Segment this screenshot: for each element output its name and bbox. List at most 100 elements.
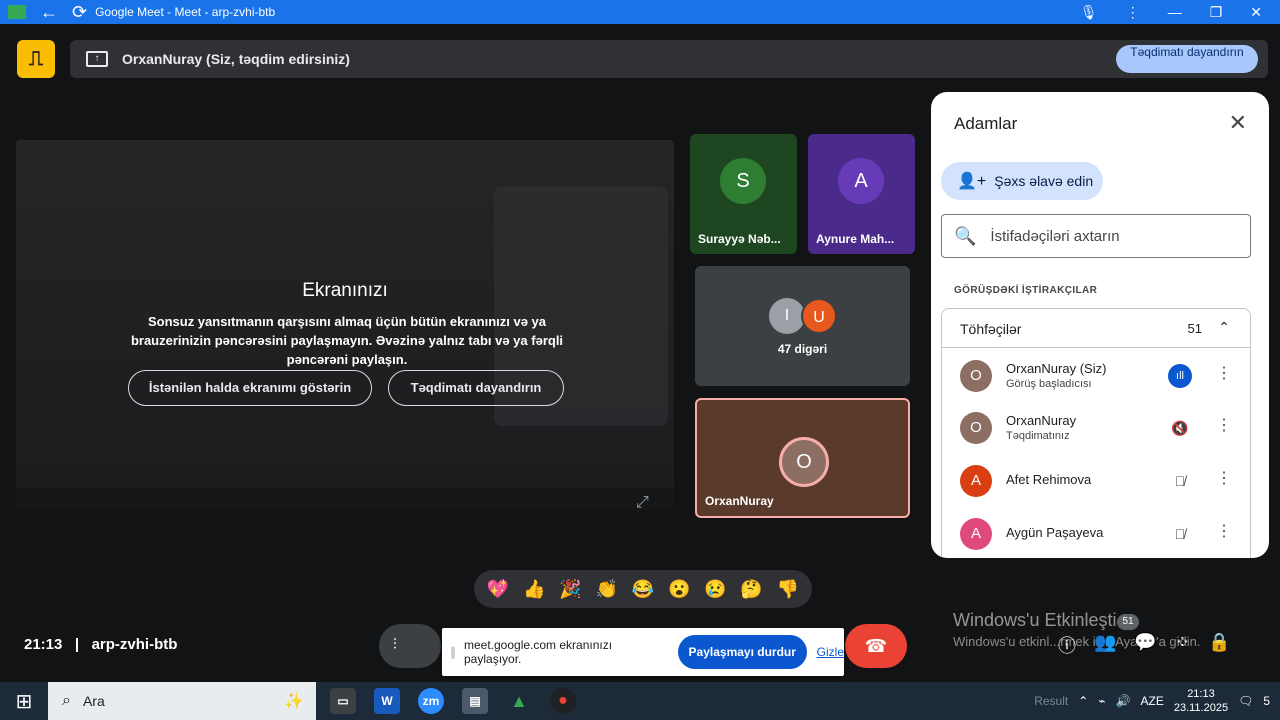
meeting-time: 21:13	[24, 636, 63, 653]
participant-tile[interactable]: A Aynure Mah...	[808, 134, 915, 254]
participant-name: Aynure Mah...	[816, 232, 895, 246]
expand-icon[interactable]: ⤢	[636, 494, 649, 510]
contributors-group: Töhfəçilər 51 ⌃ O OrxanNuray (Siz) Görüş…	[941, 308, 1251, 558]
list-item[interactable]: A Afet Rehimova 🎙̸ ⋮	[960, 460, 1250, 500]
back-icon[interactable]: ←	[40, 0, 58, 24]
meeting-code: arp-zvhi-btb	[91, 636, 178, 653]
participant-name: OrxanNuray	[705, 494, 774, 508]
reaction-party[interactable]: 🎉	[559, 579, 581, 600]
reaction-clap[interactable]: 👏	[596, 579, 618, 600]
preview-stop-presenting-button[interactable]: Təqdimatı dayandırın	[388, 370, 564, 406]
tray-volume-icon[interactable]: 🔊	[1116, 694, 1131, 708]
maximize-button[interactable]: ❐	[1210, 4, 1223, 21]
activities-icon[interactable]: ⁘	[1175, 632, 1190, 658]
divider	[942, 347, 1250, 348]
avatar: U	[801, 298, 837, 334]
info-icon[interactable]: ⓘ	[1058, 632, 1076, 658]
tray-language[interactable]: AZE	[1140, 694, 1163, 708]
sparkle-icon: ✨	[284, 693, 304, 710]
group-label[interactable]: Töhfəçilər	[960, 321, 1021, 337]
reaction-thinking[interactable]: 🤔	[740, 579, 762, 600]
list-item[interactable]: O OrxanNuray Təqdimatınız 🔇 ⋮	[960, 407, 1250, 447]
avatar: I	[769, 298, 805, 334]
sharing-notice-text: meet.google.com ekranınızı paylaşıyor.	[464, 638, 613, 666]
reaction-thumbs-up[interactable]: 👍	[523, 579, 545, 600]
meet-taskbar-icon[interactable]: ▤	[462, 688, 488, 714]
more-options-icon[interactable]: ⋮	[1216, 468, 1232, 488]
close-button[interactable]: ✕	[1250, 4, 1262, 21]
chevron-up-icon[interactable]: ⌃	[1218, 319, 1230, 336]
others-count-label: 47 digəri	[777, 342, 828, 356]
taskbar-clock[interactable]: 21:13 23.11.2025	[1174, 687, 1228, 715]
speaker-muted-icon[interactable]: 🔇	[1168, 416, 1192, 440]
more-options-icon[interactable]: ⋮	[1216, 363, 1232, 383]
speaking-icon: ıll	[1168, 364, 1192, 388]
stop-presenting-button[interactable]: Təqdimatı dayandırın	[1116, 45, 1258, 73]
mic-off-icon[interactable]: 🎙̸	[1168, 469, 1192, 493]
shared-screen-preview: Ekranınızı Sonsuz yansıtmanın qarşısını …	[16, 140, 674, 510]
audio-levels-icon: ⫶	[393, 636, 397, 653]
reload-icon[interactable]: ⟳	[72, 0, 87, 24]
taskbar-search[interactable]: ⌕ Ara ✨	[48, 682, 316, 720]
drag-handle-icon[interactable]: ∥	[450, 645, 456, 659]
participant-tile[interactable]: S Surayyə Nəb...	[690, 134, 797, 254]
person-name: Afet Rehimova	[1006, 472, 1092, 487]
close-icon[interactable]: ✕	[1229, 110, 1247, 136]
avatar: O	[779, 437, 829, 487]
browser-titlebar: ← ⟳ Google Meet - Meet - arp-zvhi-btb 🎙 …	[0, 0, 1280, 24]
person-role: Təqdimatınız	[1006, 430, 1070, 442]
search-input[interactable]: 🔍 İstifadəçiləri axtarın	[941, 214, 1251, 258]
notifications-count: 5	[1263, 694, 1270, 708]
audio-settings-button[interactable]: ⫶	[379, 624, 441, 668]
self-tile[interactable]: O OrxanNuray	[695, 398, 910, 518]
hide-link[interactable]: Gizle	[817, 645, 844, 659]
reactions-bar: 💖 👍 🎉 👏 😂 😮 😢 🤔 👎	[474, 570, 812, 608]
tray-network-icon[interactable]: ⌁	[1098, 694, 1105, 708]
others-tile[interactable]: I U 47 digəri	[695, 266, 910, 386]
notifications-icon[interactable]: 🗨	[1238, 694, 1253, 708]
chat-icon[interactable]: 💬	[1134, 632, 1156, 658]
meet-stage: ⎍ ↑ OrxanNuray (Siz, təqdim edirsiniz) T…	[0, 24, 1280, 682]
reaction-sad[interactable]: 😢	[704, 579, 726, 600]
show-screen-anyway-button[interactable]: İstənilən halda ekranımı göstərin	[128, 370, 372, 406]
list-item[interactable]: O OrxanNuray (Siz) Görüş başladıcısı ıll…	[960, 355, 1250, 395]
preview-description: Sonsuz yansıtmanın qarşısını almaq üçün …	[130, 314, 564, 367]
search-placeholder: İstifadəçiləri axtarın	[990, 227, 1120, 245]
list-item[interactable]: A Aygün Paşayeva 🎙̸ ⋮	[960, 513, 1250, 553]
mic-indicator-icon[interactable]: 🎙	[1080, 4, 1098, 21]
word-icon[interactable]: W	[374, 688, 400, 714]
host-controls-icon[interactable]: 🔒	[1208, 632, 1230, 658]
avatar: O	[960, 412, 992, 444]
window-title: Google Meet - Meet - arp-zvhi-btb	[95, 5, 276, 19]
participants-count-badge: 51	[1117, 614, 1139, 630]
reaction-surprised[interactable]: 😮	[668, 579, 690, 600]
mic-off-icon[interactable]: 🎙̸	[1168, 522, 1192, 546]
stop-sharing-button[interactable]: Paylaşmayı durdur	[677, 635, 807, 669]
participant-name: Surayyə Nəb...	[698, 232, 781, 246]
person-role: Görüş başladıcısı	[1006, 378, 1092, 390]
menu-icon[interactable]: ⋮	[1126, 4, 1140, 21]
reaction-heart[interactable]: 💖	[487, 579, 509, 600]
add-person-button[interactable]: 👤+ Şəxs əlavə edin	[941, 162, 1103, 200]
reaction-laugh[interactable]: 😂	[632, 579, 654, 600]
google-drive-icon[interactable]: ▲	[506, 688, 532, 714]
tray-result-label: Result	[1034, 694, 1069, 708]
tray-chevron-icon[interactable]: ⌃	[1078, 694, 1088, 708]
people-icon[interactable]: 👥	[1094, 632, 1116, 658]
avatar: A	[960, 465, 992, 497]
more-options-icon[interactable]: ⋮	[1216, 415, 1232, 435]
windows-start-icon[interactable]: ⊞	[0, 682, 48, 720]
avatar: S	[720, 158, 766, 204]
zoom-icon[interactable]: zm	[418, 688, 444, 714]
minimize-button[interactable]: —	[1168, 4, 1182, 21]
side-controls: ⓘ 👥 💬 ⁘ 🔒	[1058, 632, 1230, 658]
task-view-icon[interactable]: ▭	[330, 688, 356, 714]
separator: |	[66, 636, 88, 653]
present-screen-icon: ↑	[86, 51, 108, 67]
more-options-icon[interactable]: ⋮	[1216, 521, 1232, 541]
presenting-label: OrxanNuray (Siz, təqdim edirsiniz)	[122, 51, 350, 67]
reaction-thumbs-down[interactable]: 👎	[777, 579, 799, 600]
recorder-icon[interactable]: ●	[550, 688, 576, 714]
leave-call-button[interactable]: ☎	[845, 624, 907, 668]
section-heading: GÖRÜŞDƏKİ İŞTİRAKÇILAR	[954, 285, 1098, 296]
